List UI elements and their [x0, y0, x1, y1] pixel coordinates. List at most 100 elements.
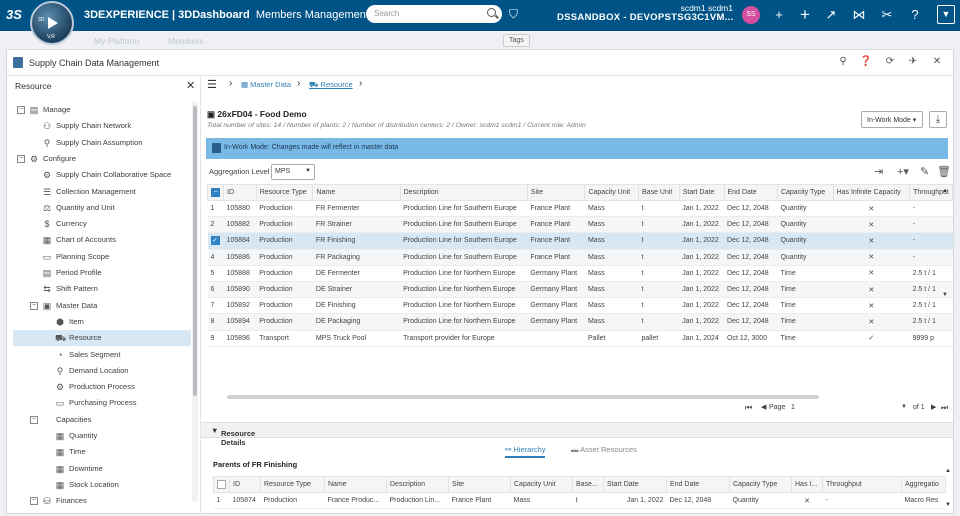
column-header-base[interactable]: Base... — [572, 476, 604, 493]
share-icon[interactable]: ↗ — [822, 6, 840, 24]
column-header-site[interactable]: Site — [526, 184, 586, 201]
table-row[interactable]: 1 105880 Production FR Fermenter Production … — [207, 200, 953, 218]
sidebar-item-supply-chain-network[interactable]: ⚇ Supply Chain Network — [7, 118, 191, 134]
collapse-toggle-icon[interactable]: − — [17, 106, 25, 114]
column-header-aggregatio[interactable]: Aggregatio — [901, 476, 946, 493]
checkbox-icon[interactable]: − — [211, 188, 220, 197]
column-header-id[interactable]: ID — [223, 184, 257, 201]
sidebar-item-time[interactable]: ▦ Time — [7, 444, 191, 460]
column-header-site[interactable]: Site — [448, 476, 511, 493]
menu-icon[interactable]: ☰ — [207, 78, 217, 91]
sidebar-item-demand-location[interactable]: ⚲ Demand Location — [7, 363, 191, 379]
close-icon[interactable]: ✕ — [186, 79, 195, 92]
column-header-resource-type[interactable]: Resource Type — [255, 184, 314, 201]
column-header-description[interactable]: Description — [386, 476, 449, 493]
collapse-toggle-icon[interactable]: − — [30, 301, 38, 310]
sidebar-item-planning-scope[interactable]: ▭ Planning Scope — [7, 249, 191, 265]
add-icon[interactable]: +▾ — [897, 165, 909, 178]
sidebar-item-sales-segment[interactable]: ◔ Sales Segment — [7, 347, 191, 363]
close-icon[interactable]: ✕ — [930, 56, 944, 67]
column-header-resource-type[interactable]: Resource Type — [260, 476, 325, 493]
refresh-icon[interactable]: ⟳ — [883, 56, 897, 67]
last-page-icon[interactable]: ⏭ — [941, 403, 948, 413]
checkbox-icon[interactable] — [217, 480, 226, 489]
chevron-down-icon[interactable]: ▼ — [901, 404, 907, 410]
table-scrollbar[interactable]: ▲ ▼ — [941, 188, 948, 338]
chevron-down-icon[interactable]: ▼ — [937, 5, 955, 24]
collapse-toggle-icon[interactable]: − — [17, 154, 25, 163]
tools-icon[interactable]: ✂ — [878, 6, 896, 24]
search-input[interactable]: Search — [366, 5, 502, 23]
scroll-up-icon[interactable]: ▲ — [945, 468, 951, 474]
sidebar-item-collection-management[interactable]: ☰ Collection Management — [7, 184, 191, 200]
next-page-icon[interactable]: ▶ — [931, 403, 936, 411]
sidebar-item-item[interactable]: ⬢ Item — [7, 314, 191, 330]
sidebar-scrollbar[interactable] — [192, 102, 198, 502]
pin-icon[interactable]: ✈ — [906, 56, 920, 67]
column-header-end-date[interactable]: End Date — [666, 476, 730, 493]
help-icon[interactable]: ? — [906, 6, 924, 24]
tab-members[interactable]: Members — [168, 36, 203, 46]
sidebar-item-purchasing-process[interactable]: ▭ Purchasing Process — [7, 395, 191, 411]
sidebar-item-supply-chain-collaborative-space[interactable]: ⚙ Supply Chain Collaborative Space — [7, 167, 191, 183]
column-header-name[interactable]: Name — [324, 476, 387, 493]
sidebar-item-currency[interactable]: $ Currency — [7, 216, 191, 232]
sidebar-item-manage[interactable]: − ▤ Manage — [7, 102, 191, 118]
tab-asset-resources[interactable]: ▬ Asset Resources — [571, 445, 637, 454]
column-header-name[interactable]: Name — [312, 184, 401, 201]
search-icon[interactable]: ⚲ — [836, 56, 850, 67]
column-header-has-i[interactable]: Has I... — [791, 476, 823, 493]
plus-icon[interactable]: + — [796, 6, 814, 24]
column-header-end-date[interactable]: End Date — [723, 184, 778, 201]
table-row[interactable]: 2 105882 Production FR Strainer Production L… — [207, 216, 953, 234]
checkbox-icon[interactable]: ✓ — [210, 236, 220, 246]
column-header-id[interactable]: ID — [229, 476, 261, 493]
scrollbar-thumb[interactable] — [193, 106, 197, 396]
sidebar-item-master-data[interactable]: − ▣ Master Data — [7, 298, 191, 314]
scroll-down-icon[interactable]: ▼ — [945, 502, 951, 508]
sidebar-item-shift-pattern[interactable]: ⇆ Shift Pattern — [7, 281, 191, 297]
table-row[interactable]: 6 105890 Production DE Strainer Production L… — [207, 281, 953, 299]
compass-icon[interactable]: 3D V,R — [30, 1, 74, 45]
add-icon[interactable]: + — [770, 6, 788, 24]
help-icon[interactable]: ❓ — [859, 56, 873, 67]
sidebar-item-quantity-and-unit[interactable]: ⚖ Quantity and Unit — [7, 200, 191, 216]
table-row[interactable]: 8 105894 Production DE Packaging Production … — [207, 313, 953, 331]
aggregation-select[interactable]: MPS — [271, 164, 315, 180]
user-info[interactable]: scdm1 scdm1 DSSANDBOX - DEVOPSTSG3C1VM..… — [557, 3, 733, 23]
sidebar-item-downtime[interactable]: ▦ Downtime — [7, 461, 191, 477]
search-icon[interactable] — [487, 8, 496, 17]
mode-select[interactable]: In-Work Mode ▾ — [861, 111, 923, 128]
scroll-up-icon[interactable]: ▲ — [942, 188, 948, 194]
column-header-has-infinite-capacity[interactable]: Has Infinite Capacity — [832, 184, 911, 201]
prev-page-icon[interactable]: ◀ — [761, 403, 766, 411]
first-page-icon[interactable]: ⏮ — [745, 403, 752, 413]
column-header-capacity-type[interactable]: Capacity Type — [729, 476, 792, 493]
table-row[interactable]: 5 105888 Production DE Fermenter Production … — [207, 265, 953, 282]
tag-icon[interactable]: ⛉ — [509, 7, 518, 22]
scroll-down-icon[interactable]: ▼ — [942, 292, 948, 298]
select-all-checkbox[interactable] — [213, 476, 230, 493]
breadcrumb-master-data[interactable]: ▦ Master Data — [241, 80, 291, 89]
table-row[interactable]: 7 105892 Production DE Finishing Production … — [207, 297, 953, 315]
breadcrumb-resource[interactable]: ⛟ Resource — [309, 80, 353, 90]
select-all-checkbox[interactable]: − — [207, 184, 224, 201]
download-icon[interactable]: ⤓ — [929, 111, 947, 128]
column-header-capacity-unit[interactable]: Capacity Unit — [510, 476, 573, 493]
sidebar-item-resource[interactable]: ⛟ Resource — [13, 330, 191, 347]
column-header-base-unit[interactable]: Base Unit — [638, 184, 680, 201]
column-header-capacity-type[interactable]: Capacity Type — [776, 184, 834, 201]
export-icon[interactable]: ⇥ — [874, 165, 883, 178]
column-header-start-date[interactable]: Start Date — [603, 476, 667, 493]
column-header-description[interactable]: Description — [399, 184, 528, 201]
column-header-start-date[interactable]: Start Date — [678, 184, 725, 201]
sidebar-item-period-profile[interactable]: ▤ Period Profile — [7, 265, 191, 281]
sidebar-item-stock-location[interactable]: ▦ Stock Location — [7, 477, 191, 493]
sidebar-item-quantity[interactable]: ▦ Quantity — [7, 428, 191, 444]
collapse-toggle-icon[interactable]: − — [30, 415, 38, 424]
sidebar-item-supply-chain-assumption[interactable]: ⚲ Supply Chain Assumption — [7, 135, 191, 151]
edit-icon[interactable]: ✎ — [920, 165, 929, 178]
table-row[interactable]: 9 105896 Transport MPS Truck Pool Transport … — [207, 330, 953, 347]
network-icon[interactable]: ⋈ — [850, 6, 868, 24]
tab-my-platform[interactable]: My Platform — [94, 36, 139, 46]
